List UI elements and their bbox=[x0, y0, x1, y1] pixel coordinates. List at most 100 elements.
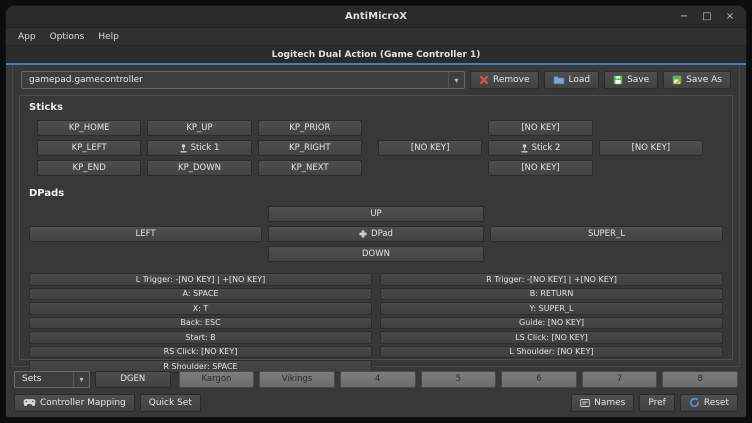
stick2-name-label: Stick 2 bbox=[532, 143, 561, 153]
mapping-panel: Sticks KP_HOME KP_UP KP_PRIOR KP_LEFT St… bbox=[19, 95, 733, 360]
dpad-right-button[interactable]: SUPER_L bbox=[490, 226, 723, 242]
profile-combobox[interactable]: gamepad.gamecontroller ▾ bbox=[21, 71, 465, 89]
set-tab-5[interactable]: 5 bbox=[421, 371, 497, 388]
menu-app[interactable]: App bbox=[11, 30, 43, 44]
button-b[interactable]: B: RETURN bbox=[380, 288, 723, 301]
load-button[interactable]: Load bbox=[544, 71, 600, 89]
chevron-down-icon: ▾ bbox=[79, 375, 83, 384]
controller-mapping-button[interactable]: Controller Mapping bbox=[14, 394, 135, 412]
button-guide[interactable]: Guide: [NO KEY] bbox=[380, 317, 723, 330]
minimize-icon[interactable]: − bbox=[678, 12, 690, 22]
folder-open-icon bbox=[553, 75, 565, 85]
remove-icon bbox=[479, 75, 489, 85]
dpads-heading: DPads bbox=[29, 188, 723, 199]
right-stick-up-button[interactable]: [NO KEY] bbox=[488, 120, 592, 136]
left-stick-upright-button[interactable]: KP_PRIOR bbox=[258, 120, 362, 136]
stick1-name-label: Stick 1 bbox=[191, 143, 220, 153]
save-button[interactable]: Save bbox=[604, 71, 658, 89]
dpad-name-label: DPad bbox=[371, 229, 393, 239]
chevron-down-icon: ▾ bbox=[454, 76, 458, 85]
button-back[interactable]: Back: ESC bbox=[29, 317, 372, 330]
sets-combobox-arrow-zone: ▾ bbox=[73, 372, 89, 387]
left-stick-left-button[interactable]: KP_LEFT bbox=[37, 140, 141, 156]
sticks-heading: Sticks bbox=[29, 102, 723, 113]
right-stick-grid: [NO KEY] [NO KEY] Stick 2 [NO KEY] [NO K… bbox=[378, 120, 703, 176]
dpad-left-button[interactable]: LEFT bbox=[29, 226, 262, 242]
remove-button[interactable]: Remove bbox=[470, 71, 539, 89]
titlebar[interactable]: AntiMicroX − □ × bbox=[6, 6, 746, 28]
joystick-icon bbox=[521, 144, 528, 153]
dpad-name-button[interactable]: DPad bbox=[268, 226, 484, 242]
pref-button[interactable]: Pref bbox=[639, 394, 674, 412]
set-tab-1[interactable]: DGEN bbox=[95, 371, 171, 388]
text-lines-icon bbox=[580, 398, 590, 408]
save-as-disk-icon bbox=[672, 75, 682, 85]
load-button-label: Load bbox=[569, 75, 591, 85]
set-tab-7[interactable]: 7 bbox=[582, 371, 658, 388]
controller-mapping-label: Controller Mapping bbox=[40, 398, 126, 408]
reset-button[interactable]: Reset bbox=[680, 394, 738, 412]
profile-combobox-value: gamepad.gamecontroller bbox=[29, 75, 143, 85]
window-title: AntiMicroX bbox=[345, 11, 407, 22]
left-stick-right-button[interactable]: KP_RIGHT bbox=[258, 140, 362, 156]
menubar: App Options Help bbox=[6, 28, 746, 46]
names-button[interactable]: Names bbox=[571, 394, 634, 412]
ls-click-button[interactable]: LS Click: [NO KEY] bbox=[380, 331, 723, 344]
save-as-button-label: Save As bbox=[686, 75, 722, 85]
dpad-down-button[interactable]: DOWN bbox=[268, 246, 484, 262]
set-tab-3[interactable]: Vikings bbox=[259, 371, 335, 388]
sets-combobox[interactable]: Sets ▾ bbox=[14, 371, 90, 388]
names-button-label: Names bbox=[594, 398, 625, 408]
joystick-icon bbox=[180, 144, 187, 153]
controller-tab[interactable]: Logitech Dual Action (Game Controller 1) bbox=[6, 46, 746, 63]
menu-options[interactable]: Options bbox=[43, 30, 92, 44]
button-x[interactable]: X: T bbox=[29, 302, 372, 315]
controller-tab-pane: gamepad.gamecontroller ▾ Remove Load bbox=[12, 65, 740, 367]
save-as-button[interactable]: Save As bbox=[663, 71, 731, 89]
reset-button-label: Reset bbox=[704, 398, 729, 408]
set-tab-4[interactable]: 4 bbox=[340, 371, 416, 388]
stick1-name-button[interactable]: Stick 1 bbox=[147, 140, 251, 156]
button-column-left: L Trigger: -[NO KEY] | +[NO KEY] A: SPAC… bbox=[29, 273, 372, 373]
gamepad-icon bbox=[23, 398, 36, 407]
quick-set-button[interactable]: Quick Set bbox=[140, 394, 201, 412]
right-stick-down-button[interactable]: [NO KEY] bbox=[488, 160, 592, 176]
r-trigger-button[interactable]: R Trigger: -[NO KEY] | +[NO KEY] bbox=[380, 273, 723, 286]
controller-tab-label: Logitech Dual Action (Game Controller 1) bbox=[272, 50, 481, 60]
sets-combobox-value: Sets bbox=[22, 374, 41, 384]
quick-set-label: Quick Set bbox=[149, 398, 192, 408]
button-start[interactable]: Start: B bbox=[29, 331, 372, 344]
left-stick-up-button[interactable]: KP_UP bbox=[147, 120, 251, 136]
left-stick-downleft-button[interactable]: KP_END bbox=[37, 160, 141, 176]
l-trigger-button[interactable]: L Trigger: -[NO KEY] | +[NO KEY] bbox=[29, 273, 372, 286]
left-stick-grid: KP_HOME KP_UP KP_PRIOR KP_LEFT Stick 1 K… bbox=[37, 120, 362, 176]
remove-button-label: Remove bbox=[493, 75, 530, 85]
maximize-icon[interactable]: □ bbox=[701, 12, 713, 22]
menu-help[interactable]: Help bbox=[91, 30, 126, 44]
left-stick-downright-button[interactable]: KP_NEXT bbox=[258, 160, 362, 176]
dpad-up-button[interactable]: UP bbox=[268, 206, 484, 222]
sets-row: Sets ▾ DGEN Kargon Vikings 4 5 6 7 8 bbox=[6, 367, 746, 391]
stick2-name-button[interactable]: Stick 2 bbox=[488, 140, 592, 156]
sticks-row: KP_HOME KP_UP KP_PRIOR KP_LEFT Stick 1 K… bbox=[37, 120, 717, 176]
right-stick-right-button[interactable]: [NO KEY] bbox=[599, 140, 703, 156]
pref-button-label: Pref bbox=[648, 398, 665, 408]
right-stick-left-button[interactable]: [NO KEY] bbox=[378, 140, 482, 156]
l-shoulder-button[interactable]: L Shoulder: [NO KEY] bbox=[380, 346, 723, 359]
left-stick-upleft-button[interactable]: KP_HOME bbox=[37, 120, 141, 136]
dpad-grid: UP LEFT DPad SUPER_L DOWN bbox=[29, 206, 723, 262]
reset-arrow-icon bbox=[689, 397, 700, 408]
antimicrox-window: AntiMicroX − □ × App Options Help Logite… bbox=[5, 5, 747, 418]
close-icon[interactable]: × bbox=[724, 12, 736, 22]
left-stick-down-button[interactable]: KP_DOWN bbox=[147, 160, 251, 176]
set-tab-8[interactable]: 8 bbox=[662, 371, 738, 388]
button-a[interactable]: A: SPACE bbox=[29, 288, 372, 301]
profile-row: gamepad.gamecontroller ▾ Remove Load bbox=[19, 70, 733, 95]
footer-bar: Controller Mapping Quick Set Names Pref … bbox=[6, 391, 746, 417]
button-y[interactable]: Y: SUPER_L bbox=[380, 302, 723, 315]
profile-combobox-arrow-zone: ▾ bbox=[448, 72, 464, 88]
save-disk-icon bbox=[613, 75, 623, 85]
rs-click-button[interactable]: RS Click: [NO KEY] bbox=[29, 346, 372, 359]
set-tab-2[interactable]: Kargon bbox=[179, 371, 255, 388]
set-tab-6[interactable]: 6 bbox=[501, 371, 577, 388]
